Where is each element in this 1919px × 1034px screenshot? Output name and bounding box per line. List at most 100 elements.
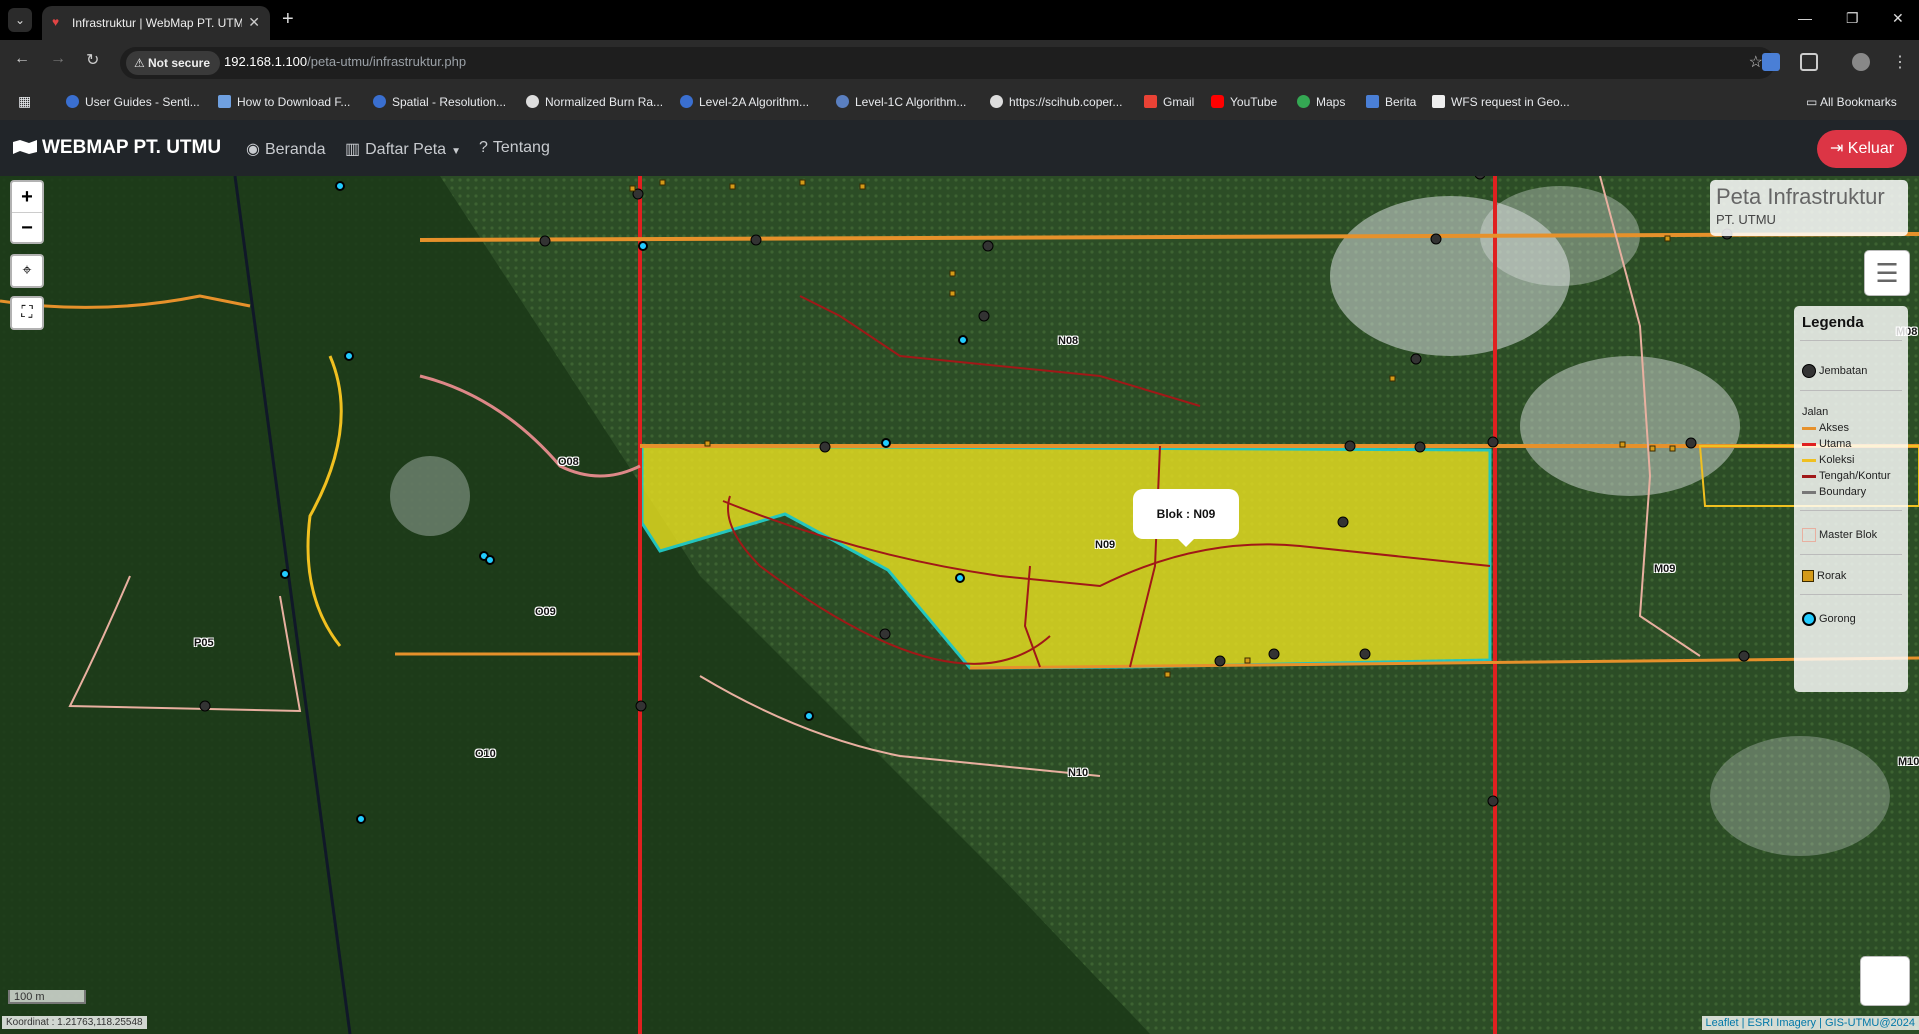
profile-avatar[interactable] [1852,53,1870,71]
bookmark-star-icon[interactable]: ☆ [1749,52,1763,72]
bookmark-item[interactable]: Level-2A Algorithm... [680,95,809,109]
forward-icon[interactable]: → [50,50,66,68]
bookmark-label: How to Download F... [237,95,351,109]
bookmark-item[interactable]: YouTube [1211,95,1277,109]
map-title: Peta Infrastruktur [1716,184,1885,209]
line-swatch [1802,490,1816,494]
bookmark-label: WFS request in Geo... [1451,95,1570,109]
scale-bar: 100 m [8,990,86,1004]
dev-icon [1432,95,1445,108]
bookmark-icon [66,95,79,108]
legend-title: Legenda [1802,314,1864,331]
legend-jalan-title: Jalan [1802,406,1829,418]
legend-gorong-label: Gorong [1819,612,1856,625]
address-bar[interactable]: ⚠ Not secure 192.168.1.100/peta-utmu/inf… [120,47,1775,79]
legend-jembatan-label: Jembatan [1819,364,1868,377]
url-text[interactable]: 192.168.1.100/peta-utmu/infrastruktur.ph… [224,54,466,69]
line-swatch [1802,442,1816,446]
tab-search-icon[interactable]: ⌄ [8,8,32,32]
bookmark-item[interactable]: WFS request in Geo... [1432,95,1570,109]
nav-tentang-label: Tentang [492,139,550,156]
block-label-n10: N10 [1068,767,1089,779]
tab-close-icon[interactable]: ✕ [248,14,260,31]
bookmark-label: Spatial - Resolution... [392,95,507,109]
reload-icon[interactable]: ↻ [86,50,99,70]
legend-jalan-boundary: Boundary [1802,486,1866,498]
legend-jalan-tengah: Tengah/Kontur [1802,470,1891,482]
extensions-icon[interactable] [1800,53,1818,71]
zoom-in-button[interactable]: + [12,182,42,213]
rorak-icon [1802,570,1814,583]
nav-tentang[interactable]: ? Tentang [479,139,550,157]
question-icon: ? [479,139,488,156]
translate-icon[interactable] [1762,53,1780,71]
app-navbar: WEBMAP PT. UTMU ◉ Beranda ▥ Daftar Peta ▼ ?… [0,120,1919,176]
map-canvas[interactable]: N08 O08 N09 O09 P05 O10 N10 M09 M08 M10 … [0,176,1919,1034]
map-list-icon: ▥ [345,141,361,158]
map-icon [13,140,37,154]
bookmark-label: Level-1C Algorithm... [855,95,967,109]
block-popup: Blok : N09 [1133,489,1239,539]
apps-grid-icon[interactable]: ▦ [18,93,31,110]
basemap-switcher-button[interactable] [1860,956,1910,1006]
logout-icon: ⇥ [1829,140,1848,157]
fullscreen-button[interactable]: ⛶ [10,296,44,330]
bookmark-item[interactable]: https://scihub.coper... [990,95,1122,109]
legend-label: Boundary [1819,486,1867,498]
bookmark-label: Berita [1385,95,1417,109]
bookmark-icon [218,95,231,108]
zoom-out-button[interactable]: − [12,213,42,243]
close-window-icon[interactable]: ✕ [1892,10,1904,27]
layers-icon: ☰ [1875,258,1899,288]
bookmark-item[interactable]: How to Download F... [218,95,350,109]
map-title-box: Peta Infrastruktur PT. UTMU [1710,180,1908,236]
legend-master-blok-label: Master Blok [1819,528,1878,541]
minimize-icon[interactable]: — [1798,10,1812,26]
layers-toggle-button[interactable]: ☰ [1864,250,1910,296]
site-favicon-icon: ♥ [52,15,60,29]
brand[interactable]: WEBMAP PT. UTMU [12,137,221,159]
nav-beranda[interactable]: ◉ Beranda [246,139,325,159]
bookmark-item[interactable]: Level-1C Algorithm... [836,95,966,109]
news-icon [1366,95,1379,108]
bookmark-item[interactable]: User Guides - Senti... [66,95,200,109]
home-icon: ◉ [246,141,260,158]
nav-daftar-peta[interactable]: ▥ Daftar Peta ▼ [345,139,461,159]
bookmark-item[interactable]: Berita [1366,95,1416,109]
polygon-swatch [1802,528,1816,542]
legend-master-blok: Master Blok [1802,528,1877,542]
globe-icon [990,95,1003,108]
bookmark-item[interactable]: Spatial - Resolution... [373,95,506,109]
bookmark-item[interactable]: Maps [1297,95,1345,109]
bridge-icon [1802,364,1816,378]
logout-button[interactable]: ⇥ Keluar [1817,130,1907,168]
block-label-m09: M09 [1654,563,1676,575]
browser-tab[interactable]: ♥ Infrastruktur | WebMap PT. UTM ✕ [42,6,270,40]
crosshair-icon: ⌖ [22,262,32,279]
bookmark-label: Normalized Burn Ra... [545,95,664,109]
legend-jembatan: Jembatan [1802,364,1867,378]
nav-daftar-peta-label: Daftar Peta [365,141,447,158]
line-swatch [1802,458,1816,462]
bookmark-icon [373,95,386,108]
bookmark-item[interactable]: Normalized Burn Ra... [526,95,663,109]
bookmark-item[interactable]: Gmail [1144,95,1194,109]
browser-toolbar: ← → ↻ ⚠ Not secure 192.168.1.100/peta-ut… [0,40,1919,86]
block-label-m10: M10 [1898,756,1919,768]
not-secure-badge[interactable]: ⚠ Not secure [126,51,221,75]
maps-icon [1297,95,1310,108]
browser-menu-icon[interactable]: ⋮ [1892,52,1908,72]
fullscreen-icon: ⛶ [21,304,33,321]
block-label-o10: O10 [475,748,496,760]
legend-rorak-label: Rorak [1817,570,1847,582]
bookmark-label: Maps [1316,95,1346,109]
new-tab-icon[interactable]: + [282,8,294,31]
all-bookmarks-label: All Bookmarks [1820,95,1897,109]
restore-icon[interactable]: ❐ [1846,10,1859,27]
bookmark-icon [836,95,849,108]
map-attribution[interactable]: Leaflet | ESRI Imagery | GIS-UTMU@2024 [1701,1016,1919,1030]
locate-button[interactable]: ⌖ [10,254,44,288]
back-icon[interactable]: ← [14,50,30,68]
all-bookmarks[interactable]: ▭ All Bookmarks [1806,95,1897,109]
bookmark-label: Level-2A Algorithm... [699,95,810,109]
